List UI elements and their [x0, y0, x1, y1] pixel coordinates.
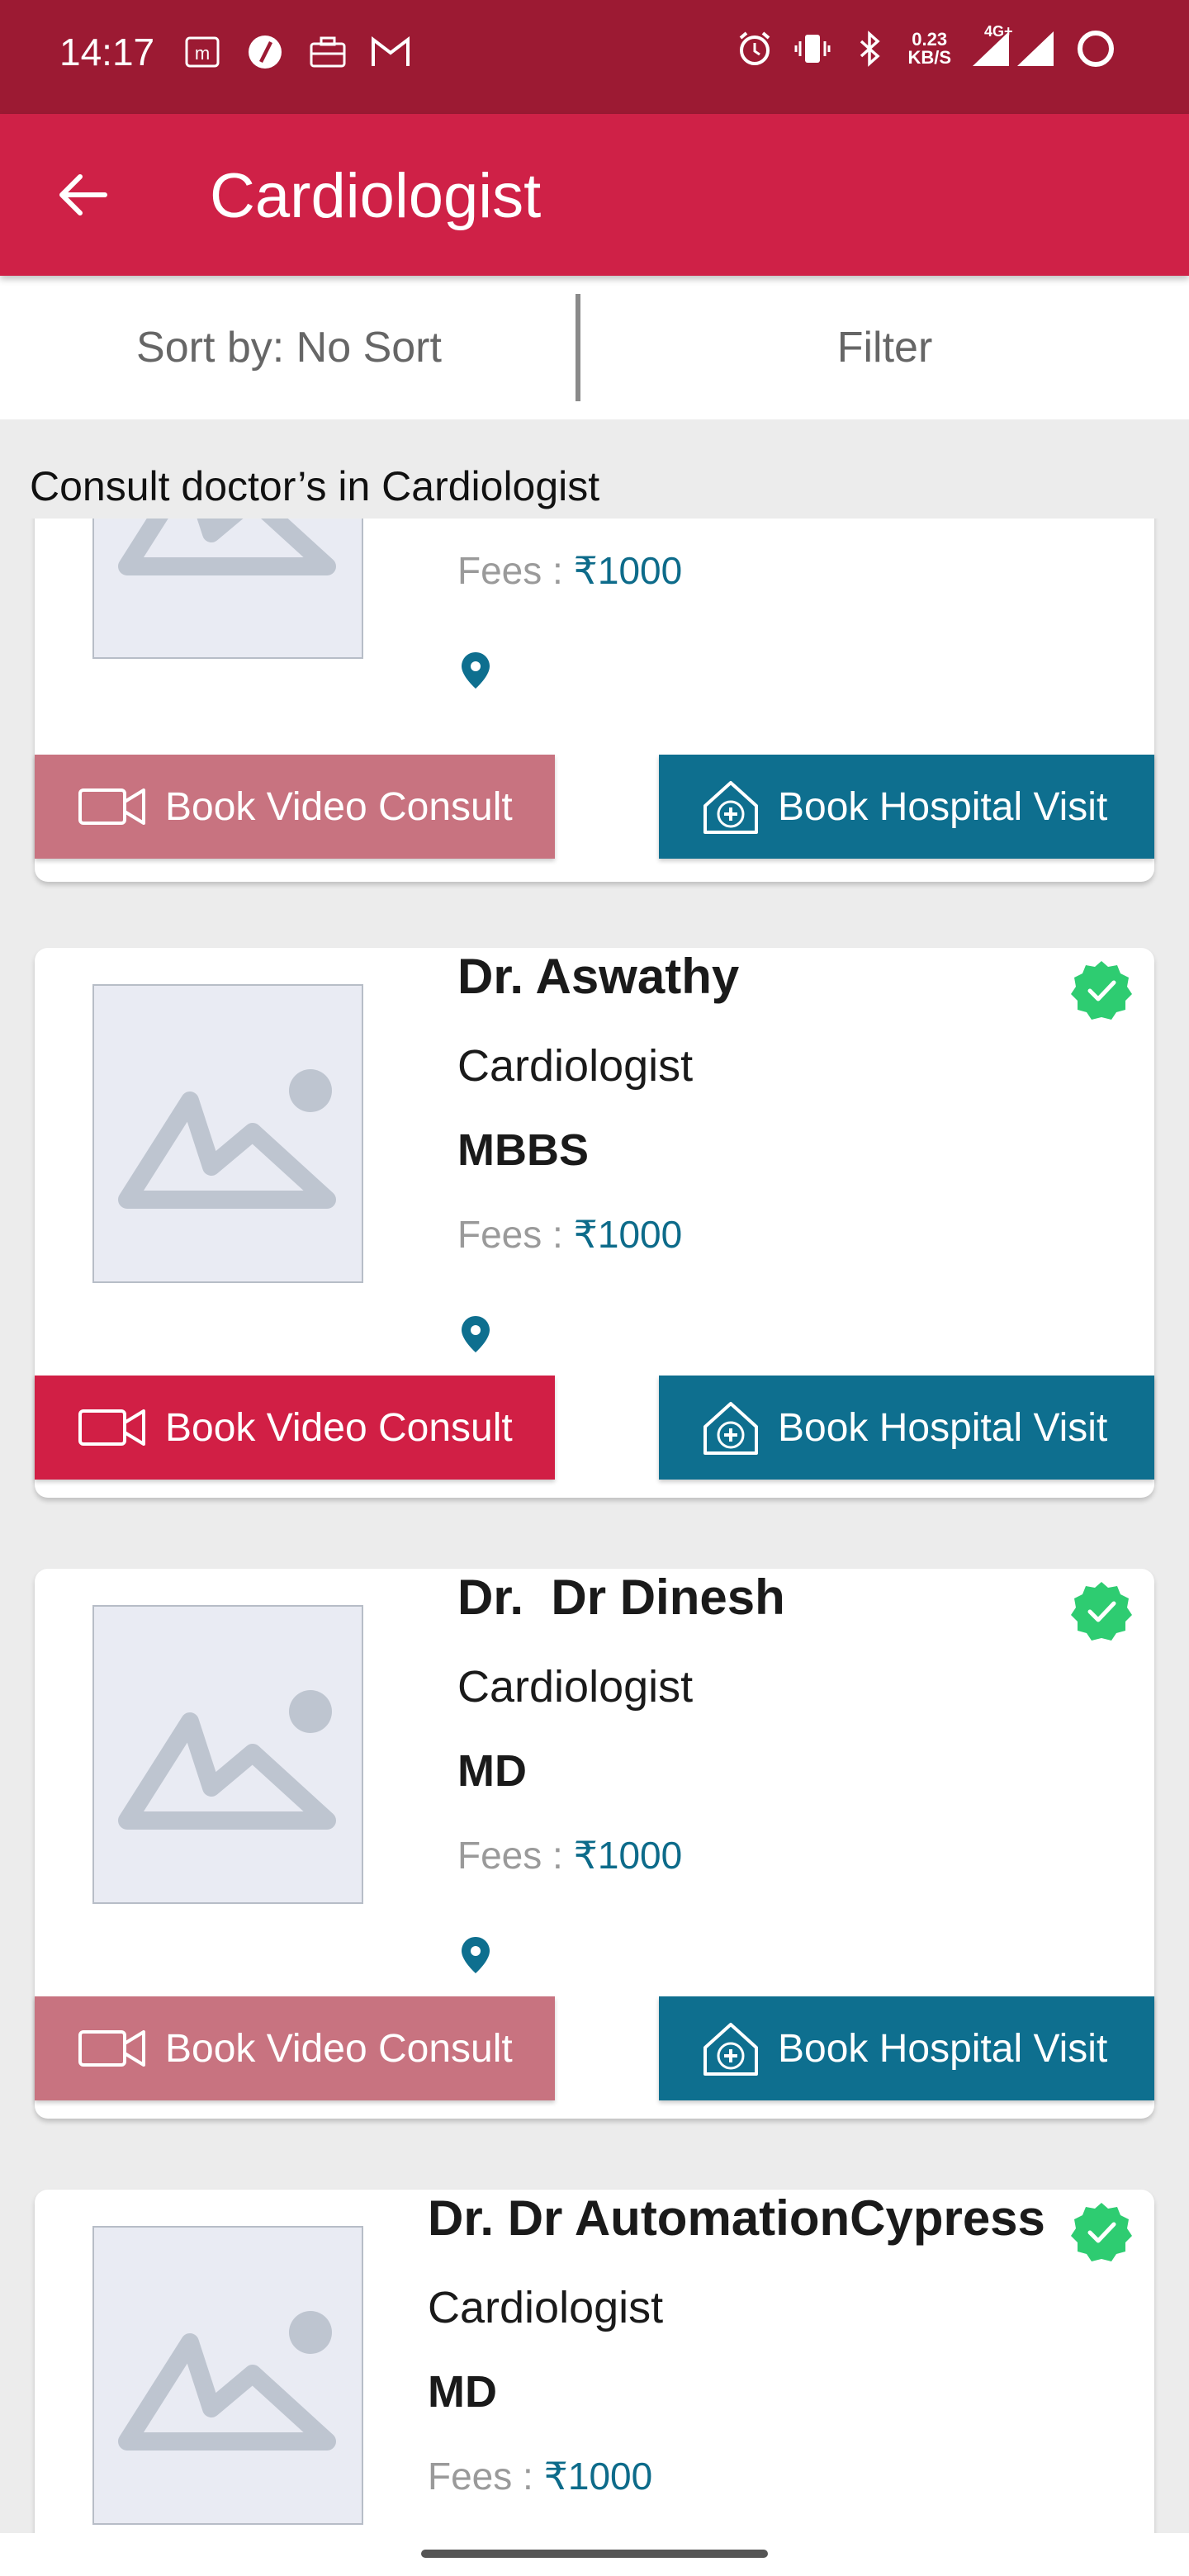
verified-badge-icon: [1071, 1582, 1132, 1641]
section-title: Consult doctor’s in Cardiologist: [30, 463, 600, 509]
video-camera-icon: [78, 1409, 145, 1446]
verified-badge-icon: [1071, 961, 1132, 1020]
alarm-icon: [734, 28, 775, 69]
vibrate-icon: [792, 28, 833, 69]
image-placeholder-icon: [118, 1069, 336, 1209]
page-title: Cardiologist: [210, 161, 542, 231]
gesture-nav-handle[interactable]: [421, 2550, 768, 2558]
doctor-card[interactable]: Dr. Aswathy Cardiologist MBBS Fees : ₹10…: [35, 948, 1154, 1498]
bluetooth-icon: [850, 28, 891, 69]
verified-badge-icon: [1071, 2203, 1132, 2261]
book-video-consult-button[interactable]: Book Video Consult: [35, 1376, 555, 1480]
doctor-name[interactable]: Dr. Aswathy: [457, 948, 739, 1005]
m-app-icon: m: [182, 31, 223, 73]
book-hospital-visit-button[interactable]: Book Hospital Visit: [659, 1996, 1154, 2100]
notification-icons: m: [182, 31, 411, 73]
image-placeholder-icon: [118, 1690, 336, 1830]
video-camera-icon: [78, 788, 145, 825]
fees-label: Fees :: [457, 1834, 574, 1877]
doctor-specialty: Cardiologist: [457, 1662, 694, 1712]
image-placeholder-icon: [118, 519, 336, 575]
book-hospital-visit-button[interactable]: Book Hospital Visit: [659, 755, 1154, 859]
svg-text:m: m: [195, 43, 210, 64]
status-bar: 14:17 m 0.23 KB/S 4G+: [0, 0, 1189, 114]
doctor-fees: Fees : ₹1000: [457, 548, 682, 593]
hospital-button-label: Book Hospital Visit: [778, 1405, 1108, 1450]
hospital-button-label: Book Hospital Visit: [778, 2026, 1108, 2071]
hospital-button-label: Book Hospital Visit: [778, 784, 1108, 829]
network-type: 4G+: [984, 23, 1013, 40]
doctor-card[interactable]: Dr. Dr Dinesh Cardiologist MD Fees : ₹10…: [35, 1569, 1154, 2119]
doctor-photo-placeholder: [92, 1605, 363, 1904]
system-icons: 0.23 KB/S 4G+: [734, 23, 1116, 69]
book-hospital-visit-button[interactable]: Book Hospital Visit: [659, 1376, 1154, 1480]
fees-label: Fees :: [457, 549, 574, 592]
location-pin-icon[interactable]: [459, 651, 492, 690]
doctor-photo-placeholder: [92, 984, 363, 1283]
pen-icon: [244, 31, 286, 73]
doctor-photo-placeholder: [92, 2226, 363, 2525]
doctor-fees: Fees : ₹1000: [457, 1833, 682, 1878]
filter-button[interactable]: Filter: [580, 276, 1189, 419]
net-speed-unit: KB/S: [907, 47, 951, 68]
doctor-name[interactable]: Dr. Dr Dinesh: [457, 1569, 785, 1626]
battery-icon: [1075, 28, 1116, 69]
back-button[interactable]: [50, 162, 116, 228]
doctor-card[interactable]: Dr. Dr AutomationCypress Cardiologist MD…: [35, 2190, 1154, 2533]
hospital-icon: [703, 2023, 758, 2076]
location-pin-icon[interactable]: [459, 1314, 492, 1354]
book-video-consult-button[interactable]: Book Video Consult: [35, 1996, 555, 2100]
fees-amount: ₹1000: [573, 1834, 683, 1877]
location-pin-icon[interactable]: [459, 1935, 492, 1975]
image-placeholder-icon: [118, 2311, 336, 2451]
sort-button[interactable]: Sort by: No Sort: [0, 276, 578, 419]
fees-amount: ₹1000: [573, 549, 683, 592]
hospital-icon: [703, 781, 758, 834]
arrow-left-icon: [59, 174, 107, 215]
doctor-photo-placeholder: [92, 519, 363, 659]
video-button-label: Book Video Consult: [165, 2026, 513, 2071]
doctor-specialty: Cardiologist: [428, 2283, 664, 2332]
video-button-label: Book Video Consult: [165, 1405, 513, 1450]
gmail-icon: [370, 31, 411, 73]
doctor-name[interactable]: Dr. Dr AutomationCypress: [428, 2190, 1045, 2247]
fees-label: Fees :: [457, 1213, 574, 1256]
video-button-label: Book Video Consult: [165, 784, 513, 829]
fees-amount: ₹1000: [573, 1213, 683, 1256]
book-video-consult-button[interactable]: Book Video Consult: [35, 755, 555, 859]
signal-icon: 4G+: [968, 23, 1059, 69]
doctor-list[interactable]: MD Fees : ₹1000 Book Video Consult Book …: [0, 519, 1189, 2533]
doctor-degree: MD: [457, 1746, 527, 1796]
video-camera-icon: [78, 2030, 145, 2067]
fees-amount: ₹1000: [543, 2455, 653, 2498]
doctor-fees: Fees : ₹1000: [457, 1212, 682, 1257]
doctor-degree: MD: [428, 2367, 497, 2417]
status-time: 14:17: [59, 31, 155, 73]
hospital-icon: [703, 1402, 758, 1455]
net-speed: 0.23 KB/S: [907, 31, 951, 67]
doctor-fees: Fees : ₹1000: [428, 2454, 652, 2498]
app-bar: Cardiologist: [0, 114, 1189, 276]
fees-label: Fees :: [428, 2455, 544, 2498]
briefcase-icon: [307, 31, 348, 73]
doctor-specialty: Cardiologist: [457, 1041, 694, 1091]
doctor-card[interactable]: MD Fees : ₹1000 Book Video Consult Book …: [35, 519, 1154, 882]
sort-filter-bar: Sort by: No Sort Filter: [0, 276, 1189, 419]
doctor-degree: MBBS: [457, 1125, 589, 1175]
